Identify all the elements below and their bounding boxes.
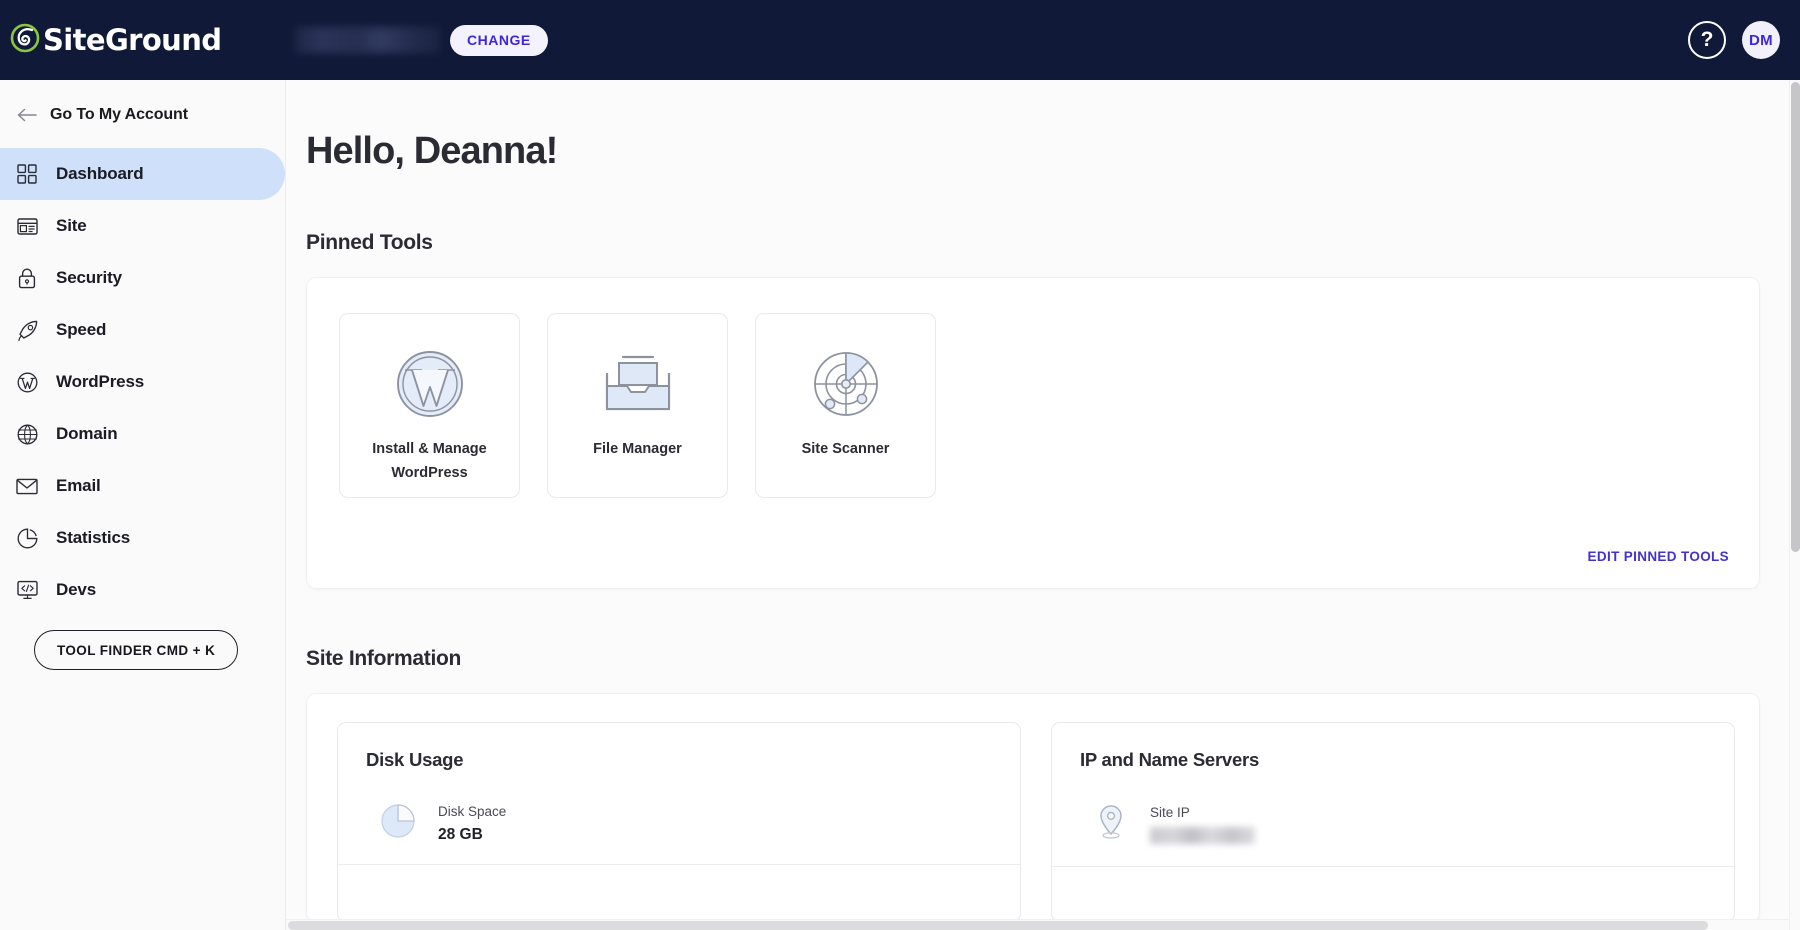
help-icon[interactable]: ? [1688, 21, 1726, 59]
page-title: Hello, Deanna! [306, 130, 558, 172]
site-ip-label: Site IP [1150, 805, 1190, 820]
header-actions: ? DM [1688, 0, 1780, 80]
divider [1052, 866, 1734, 867]
sidebar-item-wordpress[interactable]: WordPress [0, 356, 285, 408]
sidebar-item-speed[interactable]: Speed [0, 304, 285, 356]
pie-chart-icon [16, 527, 38, 549]
sidebar-item-email[interactable]: Email [0, 460, 285, 512]
top-header-bar: SiteGround CHANGE ? DM [0, 0, 1800, 80]
horizontal-scrollbar[interactable] [286, 919, 1789, 930]
tool-finder-button[interactable]: TOOL FINDER CMD + K [34, 630, 239, 670]
pinned-tool-install-manage-wordpress[interactable]: Install & Manage WordPress [339, 313, 520, 498]
envelope-icon [16, 475, 38, 497]
sidebar: Go To My Account Dashboard Site Security… [0, 80, 286, 930]
code-monitor-icon [16, 579, 38, 601]
pinned-tool-label: File Manager [593, 441, 682, 457]
disk-usage-title: Disk Usage [366, 749, 464, 770]
horizontal-scrollbar-thumb[interactable] [288, 921, 1708, 930]
pinned-tools-list: Install & Manage WordPress File Manager [339, 313, 1759, 498]
brand-name: SiteGround [43, 23, 222, 57]
file-tray-icon [601, 342, 675, 426]
brand-logo[interactable]: SiteGround [0, 0, 285, 80]
wordpress-logo-icon [394, 342, 466, 426]
pinned-tool-label: Site Scanner [801, 441, 890, 457]
go-to-my-account-label: Go To My Account [50, 106, 188, 123]
sidebar-item-label: Devs [56, 580, 97, 599]
ip-name-servers-title: IP and Name Servers [1080, 749, 1259, 770]
wordpress-icon [16, 371, 38, 393]
pinned-tool-site-scanner[interactable]: Site Scanner [755, 313, 936, 498]
vertical-scrollbar[interactable] [1789, 80, 1800, 930]
disk-usage-card: Disk Usage Disk Space 28 GB [337, 722, 1021, 922]
sidebar-item-devs[interactable]: Devs [0, 564, 285, 616]
current-site-name-masked [295, 27, 440, 53]
padlock-icon [16, 267, 38, 289]
tool-finder-wrapper: TOOL FINDER CMD + K [0, 616, 285, 670]
disk-space-value: 28 GB [438, 825, 483, 843]
site-ip-row: Site IP [1080, 771, 1706, 866]
sidebar-item-label: Email [56, 476, 101, 495]
arrow-left-icon [16, 104, 38, 126]
change-site-button[interactable]: CHANGE [450, 24, 548, 56]
location-pin-icon [1094, 803, 1128, 846]
site-information-heading: Site Information [306, 647, 462, 670]
site-switcher: CHANGE [295, 24, 548, 56]
sidebar-item-security[interactable]: Security [0, 252, 285, 304]
edit-pinned-tools-button[interactable]: EDIT PINNED TOOLS [1588, 549, 1729, 564]
sidebar-item-label: Security [56, 268, 122, 287]
site-information-panel: Disk Usage Disk Space 28 GB IP and Name … [306, 693, 1760, 923]
pie-chart-icon [380, 803, 416, 844]
ip-and-name-servers-card: IP and Name Servers Site IP [1051, 722, 1735, 922]
disk-space-texts: Disk Space 28 GB [438, 804, 506, 844]
disk-space-label: Disk Space [438, 803, 507, 819]
go-to-my-account-link[interactable]: Go To My Account [0, 80, 285, 148]
vertical-scrollbar-thumb[interactable] [1791, 82, 1800, 552]
main-content: Hello, Deanna! Pinned Tools Install & Ma… [286, 80, 1790, 930]
pinned-tools-heading: Pinned Tools [306, 231, 433, 254]
siteground-spiral-logo-icon [10, 23, 40, 58]
sidebar-item-label: Dashboard [56, 164, 144, 183]
sidebar-nav: Dashboard Site Security Speed WordPress … [0, 148, 285, 616]
sidebar-item-domain[interactable]: Domain [0, 408, 285, 460]
sidebar-item-label: Speed [56, 320, 107, 339]
sidebar-item-dashboard[interactable]: Dashboard [0, 148, 285, 200]
pinned-tools-panel: Install & Manage WordPress File Manager [306, 277, 1760, 589]
sidebar-item-label: WordPress [56, 372, 145, 391]
rocket-icon [16, 319, 38, 341]
pinned-tool-file-manager[interactable]: File Manager [547, 313, 728, 498]
browser-layout-icon [16, 215, 38, 237]
sidebar-item-label: Site [56, 216, 87, 235]
siteground-site-tools-dashboard: SiteGround CHANGE ? DM Go To My Account [0, 0, 1800, 930]
disk-space-row: Disk Space 28 GB [366, 771, 992, 864]
radar-scanner-icon [809, 342, 883, 426]
sidebar-item-label: Statistics [56, 528, 131, 547]
pinned-tool-label: Install & Manage WordPress [372, 441, 487, 481]
sidebar-item-label: Domain [56, 424, 118, 443]
avatar[interactable]: DM [1742, 21, 1780, 59]
site-ip-value-masked [1150, 827, 1255, 844]
sidebar-item-statistics[interactable]: Statistics [0, 512, 285, 564]
grid-squares-icon [16, 163, 38, 185]
divider [338, 864, 1020, 865]
globe-icon [16, 423, 38, 445]
sidebar-item-site[interactable]: Site [0, 200, 285, 252]
site-ip-texts: Site IP [1150, 805, 1255, 844]
